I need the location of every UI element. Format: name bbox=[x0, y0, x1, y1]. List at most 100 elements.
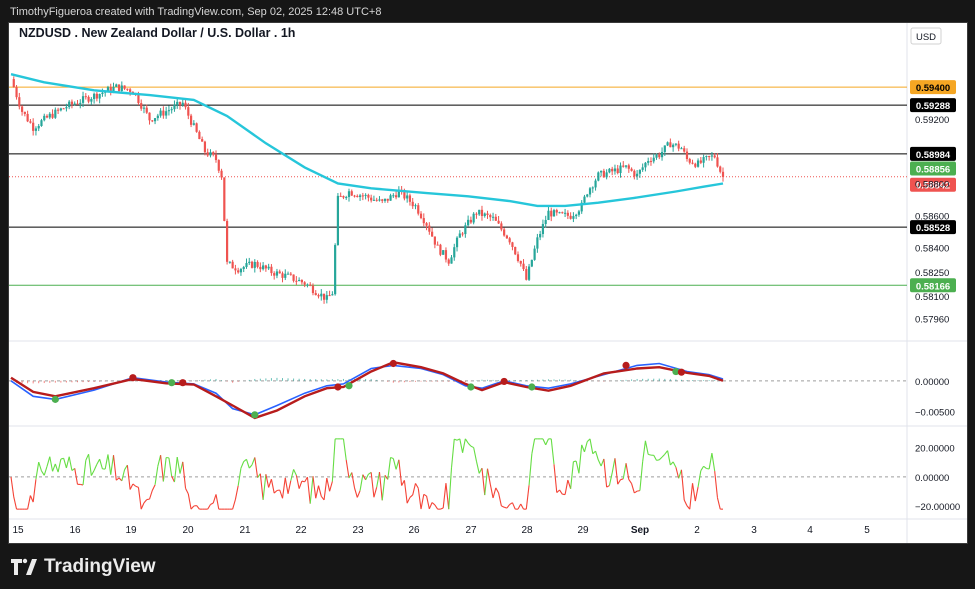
candle-body bbox=[611, 168, 614, 172]
candle-body bbox=[483, 213, 486, 216]
candle-body bbox=[472, 213, 475, 223]
candle-body bbox=[62, 108, 65, 110]
mom-line-segment bbox=[661, 453, 666, 458]
candle-body bbox=[342, 196, 345, 198]
candle-body bbox=[677, 143, 680, 149]
candle-body bbox=[148, 112, 151, 121]
time-axis: 15 16 19 20 21 22 23 26 27 28 29 Sep 2 3 4 5 bbox=[12, 525, 870, 536]
candle-body bbox=[167, 110, 171, 112]
mom-line-segment bbox=[398, 459, 403, 486]
candle-body bbox=[101, 92, 104, 94]
candle-body bbox=[702, 157, 705, 163]
mom-line-segment bbox=[492, 487, 497, 499]
mom-line-segment bbox=[475, 460, 480, 474]
mom-line-segment bbox=[259, 473, 264, 500]
candle-body bbox=[494, 216, 497, 221]
mom-line-segment bbox=[293, 469, 297, 476]
candle-body bbox=[486, 213, 489, 216]
candle-body bbox=[699, 160, 702, 163]
candle-body bbox=[497, 220, 500, 224]
candle-body bbox=[514, 246, 517, 255]
mom-line-segment bbox=[96, 458, 101, 465]
candle-body bbox=[655, 154, 658, 158]
mom-line-segment bbox=[245, 459, 250, 469]
mom-line-segment bbox=[326, 477, 331, 492]
candle-body bbox=[264, 265, 267, 269]
candle-body bbox=[411, 201, 414, 207]
candle-body bbox=[248, 261, 251, 264]
candle-body bbox=[242, 267, 245, 270]
candle-body bbox=[469, 219, 472, 223]
mom-line-segment bbox=[315, 485, 320, 499]
mom-line-segment bbox=[365, 474, 369, 481]
candle-body bbox=[212, 152, 215, 155]
chart-frame[interactable]: 0.59400 0.59288 0.58984 0.58528 0.58166 0.588… bbox=[8, 22, 968, 544]
mom-line-segment bbox=[578, 444, 583, 474]
mom-line-segment bbox=[395, 459, 400, 470]
price-tick-label: 0.59200 bbox=[915, 115, 949, 126]
candle-body bbox=[713, 155, 716, 158]
mom-tick-label: −20.00000 bbox=[915, 502, 960, 513]
mom-line-segment bbox=[501, 505, 505, 508]
mom-line-segment bbox=[10, 476, 15, 498]
candle-body bbox=[419, 213, 423, 219]
mom-line-segment bbox=[185, 488, 189, 495]
mom-line-segment bbox=[445, 483, 450, 510]
currency-box[interactable]: USD bbox=[910, 27, 942, 45]
chart-svg[interactable]: 0.59400 0.59288 0.58984 0.58528 0.58166 0.588… bbox=[9, 23, 967, 543]
mom-line-segment bbox=[370, 472, 375, 498]
candle-body bbox=[181, 102, 184, 105]
mom-line-segment bbox=[301, 480, 305, 483]
mom-line-segment bbox=[162, 457, 167, 482]
time-tick-label: 15 bbox=[12, 525, 24, 536]
mom-line-segment bbox=[378, 472, 383, 501]
candle-body bbox=[140, 103, 143, 109]
time-tick-label: 3 bbox=[751, 525, 757, 536]
osc-signal-dot bbox=[467, 383, 475, 391]
mom-line-segment bbox=[486, 468, 491, 485]
mom-line-segment bbox=[309, 476, 314, 504]
candle-body bbox=[566, 212, 569, 216]
mom-line-segment bbox=[381, 475, 386, 501]
candle-body bbox=[666, 142, 669, 146]
level-price-label: 0.58166 bbox=[916, 281, 950, 292]
candle-body bbox=[117, 84, 121, 91]
candle-body bbox=[442, 250, 445, 255]
mom-line-segment bbox=[691, 483, 696, 502]
candle-body bbox=[40, 120, 43, 126]
candle-body bbox=[120, 85, 123, 91]
mom-line-segment bbox=[63, 458, 67, 469]
mom-line-segment bbox=[248, 464, 253, 469]
mom-line-segment bbox=[240, 461, 245, 469]
mom-line-segment bbox=[345, 459, 350, 479]
candle-body bbox=[18, 97, 21, 107]
mom-line-segment bbox=[270, 479, 275, 494]
candle-body bbox=[544, 220, 547, 224]
osc-signal-dot bbox=[528, 383, 536, 391]
mom-line-segment bbox=[637, 490, 640, 492]
candle-body bbox=[225, 220, 229, 262]
mom-line-segment bbox=[653, 455, 657, 461]
candle-body bbox=[638, 169, 641, 174]
mom-line-segment bbox=[503, 506, 508, 509]
mom-line-segment bbox=[215, 494, 220, 510]
mom-line-segment bbox=[656, 459, 660, 461]
osc-signal-dot bbox=[251, 411, 259, 419]
candle-body bbox=[331, 294, 334, 296]
candle-body bbox=[597, 172, 600, 181]
candle-body bbox=[209, 152, 212, 156]
mom-line-segment bbox=[359, 474, 364, 491]
candle-body bbox=[663, 145, 666, 152]
mom-line-segment bbox=[65, 456, 70, 469]
mom-line-segment bbox=[473, 447, 477, 462]
candle-body bbox=[76, 103, 79, 105]
time-tick-label: 16 bbox=[69, 525, 81, 536]
osc-signal-dot bbox=[51, 395, 59, 403]
time-tick-label: 26 bbox=[408, 525, 420, 536]
candle-body bbox=[414, 205, 417, 207]
horizontal-levels: 0.59400 0.59288 0.58984 0.58528 0.58166 0.588… bbox=[9, 80, 956, 293]
current-price-label: 0.58856 bbox=[916, 164, 950, 175]
mom-line-segment bbox=[506, 504, 511, 509]
candle-body bbox=[577, 211, 581, 215]
candle-body bbox=[142, 107, 146, 109]
